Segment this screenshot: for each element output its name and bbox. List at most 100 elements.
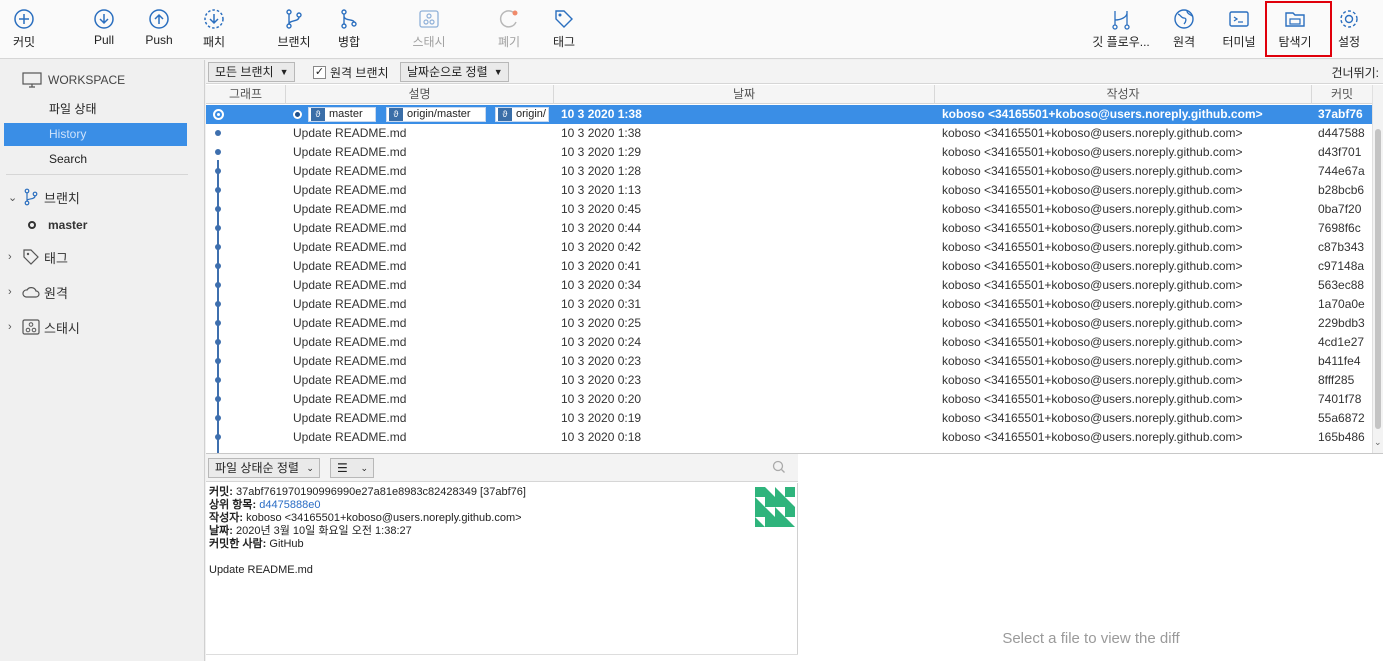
- commit-author-cell: koboso <34165501+koboso@users.noreply.gi…: [942, 221, 1243, 235]
- sort-dropdown[interactable]: 날짜순으로 정렬 ▼: [400, 62, 509, 82]
- table-row[interactable]: Update README.md 10 3 2020 0:41 koboso <34…: [206, 257, 1372, 276]
- column-author[interactable]: 작성자: [935, 85, 1312, 104]
- table-row[interactable]: Update README.md 10 3 2020 1:13 koboso <34…: [206, 181, 1372, 200]
- scrollbar-thumb[interactable]: [1375, 129, 1381, 429]
- arrow-down-circle-icon: [94, 9, 114, 29]
- detail-commit: 커밋: 37abf761970190996990e27a81e8983c8242…: [209, 486, 794, 499]
- sidebar-item-history[interactable]: History: [4, 123, 187, 146]
- chevron-down-icon: ▼: [493, 67, 503, 77]
- stash-button[interactable]: 스태시: [399, 8, 459, 50]
- author-field-label: 작성자:: [209, 512, 244, 524]
- fetch-button[interactable]: 패치: [184, 8, 244, 50]
- sidebar-group-stashes[interactable]: › 스태시: [8, 316, 80, 338]
- sidebar-group-tags[interactable]: › 태그: [8, 246, 68, 268]
- branch-button[interactable]: 브랜치: [264, 8, 324, 50]
- author-field-value: koboso <34165501+koboso@users.noreply.gi…: [246, 512, 522, 524]
- commit-hash-cell: 563ec88: [1318, 278, 1365, 292]
- sidebar-group-remotes[interactable]: › 원격: [8, 281, 68, 303]
- graph-node: [215, 225, 221, 231]
- table-row[interactable]: Update README.md 10 3 2020 1:29 koboso <34…: [206, 143, 1372, 162]
- table-row[interactable]: Update README.md 10 3 2020 0:24 koboso <34…: [206, 333, 1372, 352]
- file-sort-dropdown[interactable]: 파일 상태순 정렬 ⌄: [208, 458, 320, 478]
- view-mode-dropdown[interactable]: ☰ ⌄: [330, 458, 374, 478]
- table-row[interactable]: Update README.md 10 3 2020 1:38 koboso <34…: [206, 124, 1372, 143]
- column-date[interactable]: 날짜: [554, 85, 935, 104]
- commit-hash-cell: 1a70a0e: [1318, 297, 1365, 311]
- gitflow-label: 깃 플로우...: [1092, 35, 1150, 49]
- commit-author-cell: koboso <34165501+koboso@users.noreply.gi…: [942, 145, 1243, 159]
- commit-message-cell: Update README.md: [293, 430, 407, 444]
- commit-author-cell: koboso <34165501+koboso@users.noreply.gi…: [942, 316, 1243, 330]
- workspace-header: WORKSPACE: [22, 70, 125, 90]
- table-row[interactable]: Update README.md 10 3 2020 0:23 koboso <34…: [206, 352, 1372, 371]
- diff-panel: Select a file to view the diff: [799, 454, 1383, 661]
- detail-date: 날짜: 2020년 3월 10일 화요일 오전 1:38:27: [209, 525, 794, 538]
- commit-hash-cell: 8fff285: [1318, 373, 1355, 387]
- commit-button[interactable]: 커밋: [0, 8, 54, 50]
- search-icon[interactable]: [772, 460, 786, 474]
- commit-date-cell: 10 3 2020 0:23: [561, 373, 642, 387]
- table-row[interactable]: Update README.md 10 3 2020 0:34 koboso <34…: [206, 276, 1372, 295]
- chevron-down-icon[interactable]: ⌄: [1374, 437, 1382, 448]
- commit-author-cell: koboso <34165501+koboso@users.noreply.gi…: [942, 278, 1243, 292]
- branch-tag[interactable]: ϑ origin/master: [386, 107, 486, 122]
- commit-hash-cell: 7698f6c: [1318, 221, 1361, 235]
- sidebar-item-master[interactable]: master: [28, 214, 87, 236]
- table-row[interactable]: Update README.md 10 3 2020 0:23 koboso <34…: [206, 371, 1372, 390]
- graph-node: [215, 301, 221, 307]
- sidebar-item-file-status[interactable]: 파일 상태: [49, 98, 97, 120]
- commit-author-cell: koboso <34165501+koboso@users.noreply.gi…: [942, 411, 1243, 425]
- push-button[interactable]: Push: [129, 8, 189, 47]
- sidebar-item-history-label: History: [49, 127, 87, 141]
- table-row[interactable]: Update README.md 10 3 2020 0:18 koboso <34…: [206, 428, 1372, 447]
- column-commit[interactable]: 커밋: [1312, 85, 1372, 104]
- checkbox-checked-icon: ✓: [313, 66, 326, 79]
- vertical-scrollbar[interactable]: ⌄: [1372, 85, 1383, 453]
- fetch-label: 패치: [202, 35, 226, 49]
- horizontal-scrollbar[interactable]: [206, 654, 798, 661]
- commit-message-cell: Update README.md: [293, 183, 407, 197]
- remote-branches-label: 원격 브랜치: [330, 66, 389, 80]
- gitflow-button[interactable]: 깃 플로우...: [1090, 8, 1152, 50]
- discard-icon: [499, 10, 518, 28]
- pull-button[interactable]: Pull: [74, 8, 134, 47]
- column-graph[interactable]: 그래프: [206, 85, 286, 104]
- discard-button[interactable]: 폐기: [479, 8, 539, 50]
- remote-button[interactable]: 원격: [1154, 8, 1214, 50]
- commit-hash-cell: b28bcb6: [1318, 183, 1365, 197]
- branch-tag-label: origin/master: [407, 108, 471, 120]
- table-row[interactable]: Update README.md 10 3 2020 1:28 koboso <34…: [206, 162, 1372, 181]
- branches-dropdown[interactable]: 모든 브랜치 ▼: [208, 62, 295, 82]
- branch-tag[interactable]: ϑ origin/: [495, 107, 549, 122]
- committer-field-label: 커밋한 사람:: [209, 538, 267, 550]
- stash-icon: [419, 10, 439, 28]
- diff-placeholder: Select a file to view the diff: [1002, 630, 1180, 647]
- column-description[interactable]: 설명: [286, 85, 554, 104]
- tag-button[interactable]: 태그: [534, 8, 594, 50]
- graph-node: [215, 244, 221, 250]
- table-row[interactable]: Update README.md 10 3 2020 0:42 koboso <34…: [206, 238, 1372, 257]
- sidebar-item-search[interactable]: Search: [49, 148, 87, 170]
- branch-icon: [286, 9, 302, 29]
- table-row[interactable]: Update README.md 10 3 2020 0:19 koboso <34…: [206, 409, 1372, 428]
- current-branch-icon: [28, 221, 36, 229]
- table-row[interactable]: Update README.md 10 3 2020 0:20 koboso <34…: [206, 390, 1372, 409]
- table-row[interactable]: Update README.md 10 3 2020 0:31 koboso <34…: [206, 295, 1372, 314]
- remote-branches-checkbox[interactable]: ✓ 원격 브랜치: [313, 64, 389, 81]
- merge-button[interactable]: 병합: [319, 8, 379, 50]
- branch-tag-label: origin/: [516, 108, 546, 120]
- table-row[interactable]: Update README.md 10 3 2020 0:25 koboso <34…: [206, 314, 1372, 333]
- commit-date-cell: 10 3 2020 0:42: [561, 240, 642, 254]
- detail-author: 작성자: koboso <34165501+koboso@users.norep…: [209, 512, 794, 525]
- commit-label: 커밋: [12, 35, 36, 49]
- sidebar-group-branches[interactable]: ⌄ 브랜치: [8, 186, 80, 208]
- table-row[interactable]: Update README.md 10 3 2020 0:44 koboso <34…: [206, 219, 1372, 238]
- merge-label: 병합: [337, 35, 361, 49]
- terminal-button[interactable]: 터미널: [1209, 8, 1269, 50]
- commit-author-cell: koboso <34165501+koboso@users.noreply.gi…: [942, 392, 1243, 406]
- table-row[interactable]: Update README.md 10 3 2020 0:45 koboso <34…: [206, 200, 1372, 219]
- terminal-label: 터미널: [1222, 35, 1256, 49]
- parent-link[interactable]: d4475888e0: [259, 499, 320, 511]
- table-row-selected[interactable]: ϑ master ϑ origin/master ϑ origin/10 3 2020 1…: [206, 105, 1372, 124]
- branch-tag[interactable]: ϑ master: [308, 107, 376, 122]
